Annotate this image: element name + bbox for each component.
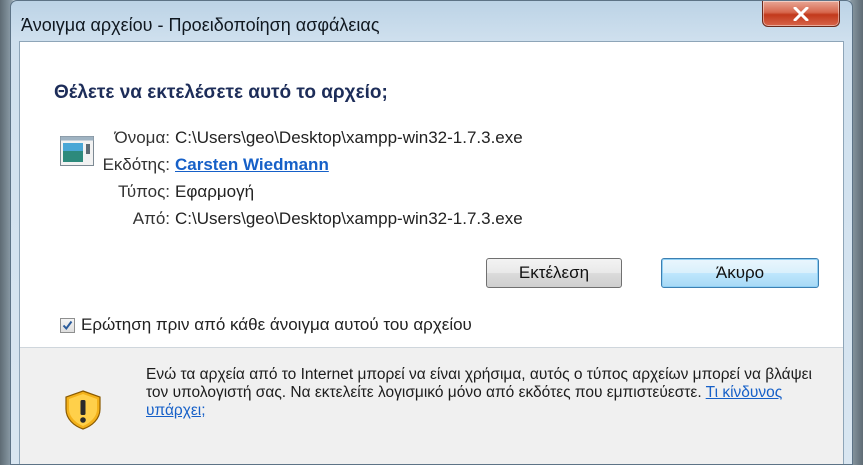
close-button[interactable] (762, 1, 840, 27)
warning-panel: Ενώ τα αρχεία από το Internet μπορεί να … (20, 348, 843, 464)
ask-before-opening-label: Ερώτηση πριν από κάθε άνοιγμα αυτού του … (81, 315, 472, 334)
publisher-label: Εκδότης: (102, 155, 170, 174)
checkmark-icon (62, 320, 73, 330)
run-button[interactable]: Εκτέλεση (486, 258, 622, 288)
ask-before-opening-checkbox[interactable] (60, 317, 75, 333)
type-label: Τύπος: (117, 182, 170, 201)
dialog-body: Θέλετε να εκτελέσετε αυτό το αρχείο; Όνο… (19, 41, 844, 464)
title-bar[interactable]: Άνοιγμα αρχείου - Προειδοποίηση ασφάλεια… (11, 1, 852, 41)
name-value: C:\Users\geo\Desktop\xampp-win32-1.7.3.e… (175, 128, 523, 147)
ask-before-opening-row[interactable]: Ερώτηση πριν από κάθε άνοιγμα αυτού του … (60, 315, 472, 335)
window-title: Άνοιγμα αρχείου - Προειδοποίηση ασφάλεια… (21, 15, 380, 35)
cancel-button[interactable]: Άκυρο (661, 258, 819, 288)
close-icon (793, 6, 809, 21)
dialog-question: Θέλετε να εκτελέσετε αυτό το αρχείο; (54, 82, 388, 103)
name-label: Όνομα: (114, 128, 170, 147)
shield-warning-icon (65, 390, 101, 430)
from-label: Από: (132, 209, 170, 228)
warning-message: Ενώ τα αρχεία από το Internet μπορεί να … (146, 366, 826, 420)
type-value: Εφαρμογή (175, 182, 255, 201)
from-value: C:\Users\geo\Desktop\xampp-win32-1.7.3.e… (175, 209, 523, 228)
publisher-link[interactable]: Carsten Wiedmann (175, 155, 329, 174)
security-warning-dialog: Άνοιγμα αρχείου - Προειδοποίηση ασφάλεια… (10, 0, 853, 465)
